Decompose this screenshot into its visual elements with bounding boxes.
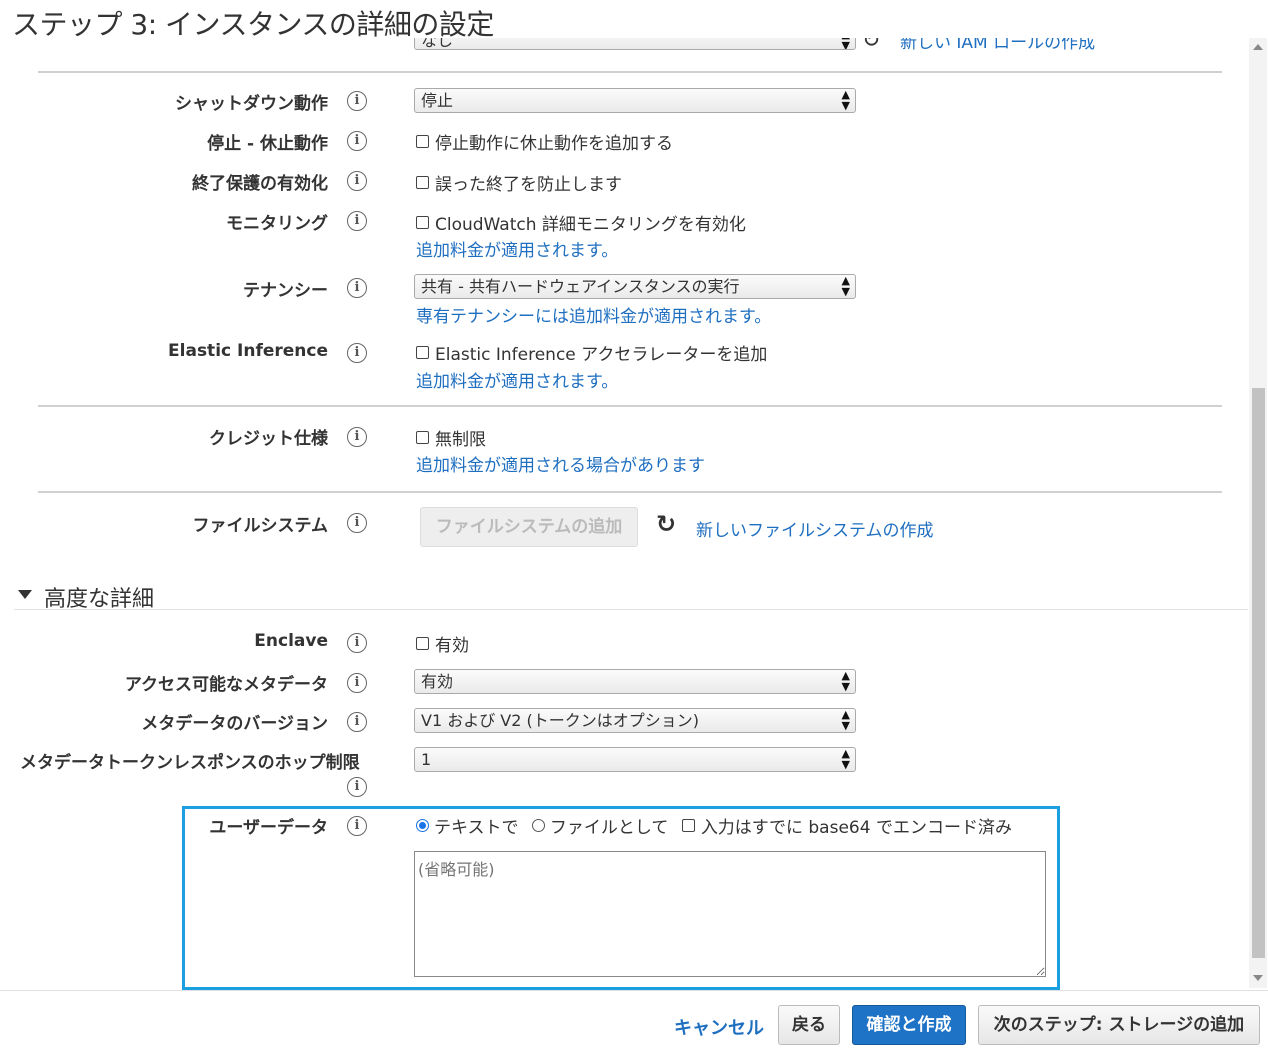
filesystem-label: ファイルシステム <box>192 516 329 536</box>
shutdown-select[interactable]: 停止 ▲ ▼ <box>414 88 856 113</box>
metadata-version-select[interactable]: V1 および V2 (トークンはオプション) ▲ ▼ <box>414 708 856 733</box>
select-arrows-icon: ▲▼ <box>841 747 850 771</box>
cancel-link[interactable]: キャンセル <box>674 1014 764 1040</box>
refresh-icon[interactable]: ↻ <box>656 510 676 538</box>
tenancy-label: テナンシー <box>243 281 328 301</box>
termination-option: 誤った終了を防止します <box>416 170 622 195</box>
info-icon[interactable]: i <box>347 278 367 298</box>
info-icon[interactable]: i <box>347 91 367 111</box>
tenancy-pricing-link[interactable]: 専有テナンシーには追加料金が適用されます。 <box>416 302 771 327</box>
as-file-radio[interactable] <box>531 819 545 832</box>
credit-unlimited-text: 無制限 <box>435 430 486 450</box>
as-file-label: ファイルとして <box>549 818 669 838</box>
review-launch-button[interactable]: 確認と作成 <box>852 1005 966 1045</box>
footer-divider <box>0 990 1268 991</box>
metadata-access-value: 有効 <box>421 672 454 691</box>
next-step-button[interactable]: 次のステップ: ストレージの追加 <box>978 1005 1260 1045</box>
user-data-label: ユーザーデータ <box>209 818 328 838</box>
stop-hibernate-label: 停止 - 休止動作 <box>207 134 328 154</box>
base64-checkbox[interactable] <box>681 819 695 832</box>
back-button[interactable]: 戻る <box>778 1005 840 1045</box>
add-filesystem-button[interactable]: ファイルシステムの追加 <box>420 507 638 547</box>
select-arrows-icon: ▲▼ <box>841 88 850 112</box>
select-arrows-icon: ▲▼ <box>841 669 850 693</box>
stop-hibernate-text: 停止動作に休止動作を追加する <box>435 134 673 154</box>
advanced-divider <box>14 609 1248 610</box>
info-icon[interactable]: i <box>347 816 367 836</box>
section-divider <box>38 491 1222 493</box>
hop-limit-value: 1 <box>421 750 432 769</box>
vertical-scrollbar[interactable] <box>1249 38 1267 988</box>
stop-hibernate-option: 停止動作に休止動作を追加する <box>416 129 673 154</box>
metadata-version-value: V1 および V2 (トークンはオプション) <box>421 711 699 730</box>
scrollbar-thumb[interactable] <box>1252 388 1265 958</box>
section-divider <box>38 71 1222 73</box>
scroll-up-arrow-icon[interactable] <box>1253 44 1263 50</box>
monitoring-pricing-link[interactable]: 追加料金が適用されます。 <box>416 236 618 261</box>
termination-checkbox[interactable] <box>416 176 429 189</box>
shutdown-label: シャットダウン動作 <box>175 94 328 114</box>
metadata-access-select[interactable]: 有効 ▲ ▼ <box>414 669 856 694</box>
info-icon[interactable]: i <box>347 673 367 693</box>
metadata-version-label: メタデータのバージョン <box>141 714 328 734</box>
elastic-inference-checkbox[interactable] <box>416 346 429 359</box>
create-filesystem-link[interactable]: 新しいファイルシステムの作成 <box>696 516 934 541</box>
info-icon[interactable]: i <box>347 712 367 732</box>
info-icon[interactable]: i <box>347 777 367 797</box>
enclave-option: 有効 <box>416 631 469 656</box>
info-icon[interactable]: i <box>347 513 367 533</box>
monitoring-label: モニタリング <box>226 214 328 234</box>
info-icon[interactable]: i <box>347 171 367 191</box>
select-arrows-icon: ▲▼ <box>841 274 850 298</box>
elastic-inference-label: Elastic Inference <box>168 341 328 361</box>
elastic-inference-text: Elastic Inference アクセラレーターを追加 <box>435 345 768 365</box>
section-divider <box>38 405 1222 407</box>
enclave-checkbox[interactable] <box>416 637 429 650</box>
monitoring-checkbox[interactable] <box>416 216 429 229</box>
scroll-down-arrow-icon[interactable] <box>1253 975 1263 981</box>
credit-unlimited-checkbox[interactable] <box>416 431 429 444</box>
info-icon[interactable]: i <box>347 211 367 231</box>
info-icon[interactable]: i <box>347 343 367 363</box>
base64-label: 入力はすでに base64 でエンコード済み <box>700 818 1012 838</box>
user-data-textarea[interactable] <box>414 851 1046 977</box>
elastic-inference-option: Elastic Inference アクセラレーターを追加 <box>416 340 767 365</box>
as-text-radio[interactable] <box>416 819 429 832</box>
termination-label: 終了保護の有効化 <box>192 174 328 194</box>
tenancy-select[interactable]: 共有 - 共有ハードウェアインスタンスの実行 ▲ ▼ <box>414 274 856 299</box>
credit-pricing-link[interactable]: 追加料金が適用される場合があります <box>416 451 705 476</box>
monitoring-option: CloudWatch 詳細モニタリングを有効化 <box>416 210 746 235</box>
credit-label: クレジット仕様 <box>209 429 328 449</box>
select-arrows-icon: ▲▼ <box>841 708 850 732</box>
page-title: ステップ 3: インスタンスの詳細の設定 <box>12 8 494 41</box>
collapse-triangle-icon[interactable] <box>18 590 32 599</box>
hop-limit-select[interactable]: 1 ▲ ▼ <box>414 747 856 772</box>
credit-option: 無制限 <box>416 425 486 450</box>
hop-limit-label: メタデータトークンレスポンスのホップ制限 <box>20 753 360 773</box>
enclave-text: 有効 <box>435 636 469 656</box>
termination-text: 誤った終了を防止します <box>435 175 622 195</box>
elastic-inference-pricing-link[interactable]: 追加料金が適用されます。 <box>416 367 618 392</box>
as-text-label: テキストで <box>434 818 519 838</box>
info-icon[interactable]: i <box>347 427 367 447</box>
shutdown-value: 停止 <box>421 91 454 110</box>
stop-hibernate-checkbox[interactable] <box>416 135 429 148</box>
info-icon[interactable]: i <box>347 131 367 151</box>
tenancy-value: 共有 - 共有ハードウェアインスタンスの実行 <box>421 277 740 296</box>
user-data-options: テキストで ファイルとして 入力はすでに base64 でエンコード済み <box>416 813 1012 838</box>
monitoring-text: CloudWatch 詳細モニタリングを有効化 <box>435 215 746 235</box>
metadata-access-label: アクセス可能なメタデータ <box>124 675 328 695</box>
enclave-label: Enclave <box>254 631 328 651</box>
info-icon[interactable]: i <box>347 633 367 653</box>
